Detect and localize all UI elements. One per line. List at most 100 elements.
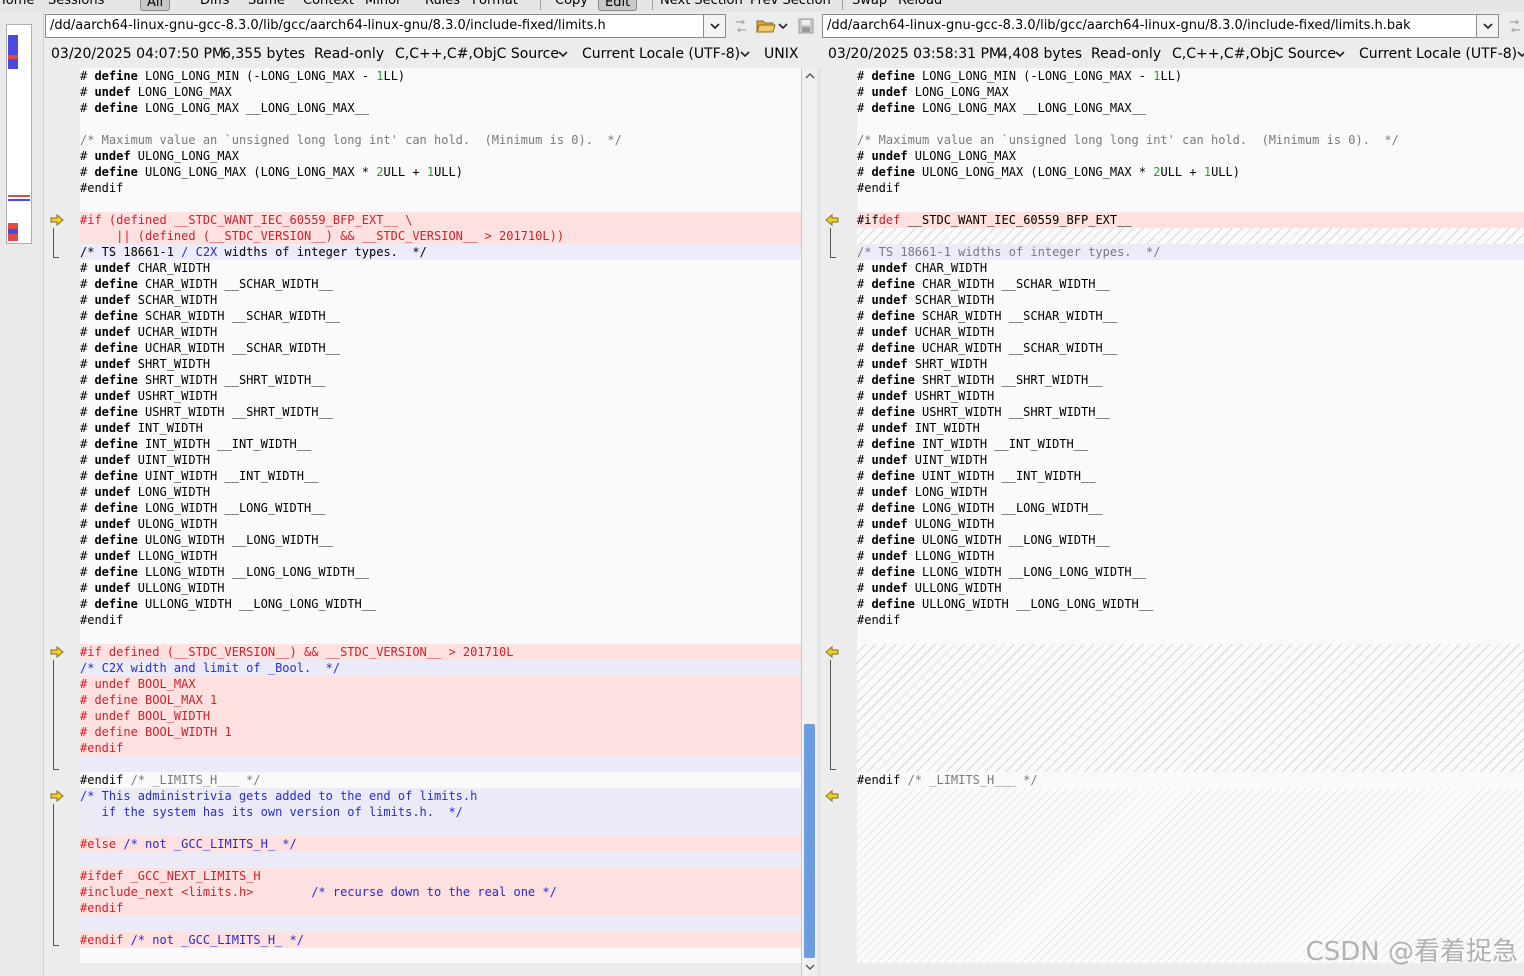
- code-line[interactable]: /* Maximum value an `unsigned long long …: [80, 132, 801, 148]
- code-line[interactable]: # undef BOOL_MAX: [80, 676, 801, 692]
- code-line[interactable]: # undef UINT_WIDTH: [80, 452, 801, 468]
- code-line[interactable]: # undef INT_WIDTH: [857, 420, 1524, 436]
- code-line[interactable]: #endif /* _LIMITS_H___ */: [80, 772, 801, 788]
- code-line[interactable]: # define ULLONG_WIDTH __LONG_LONG_WIDTH_…: [80, 596, 801, 612]
- chevron-down-icon[interactable]: [1335, 51, 1345, 58]
- scroll-up-icon[interactable]: [805, 72, 815, 79]
- left-code-pane[interactable]: # define LONG_LONG_MIN (-LONG_LONG_MAX -…: [80, 68, 801, 963]
- code-line[interactable]: # undef SCHAR_WIDTH: [80, 292, 801, 308]
- code-line[interactable]: # define UCHAR_WIDTH __SCHAR_WIDTH__: [80, 340, 801, 356]
- code-line[interactable]: # undef ULONG_LONG_MAX: [80, 148, 801, 164]
- code-line[interactable]: # undef LONG_LONG_MAX: [80, 84, 801, 100]
- code-line[interactable]: #endif /* not _GCC_LIMITS_H_ */: [80, 932, 801, 948]
- code-line[interactable]: #if (defined __STDC_WANT_IEC_60559_BFP_E…: [80, 212, 801, 228]
- code-line[interactable]: [80, 196, 801, 212]
- code-line[interactable]: [857, 196, 1524, 212]
- code-line[interactable]: # define USHRT_WIDTH __SHRT_WIDTH__: [80, 404, 801, 420]
- code-line[interactable]: #else /* not _GCC_LIMITS_H_ */: [80, 836, 801, 852]
- code-line[interactable]: #endif: [857, 612, 1524, 628]
- arrow-left-icon[interactable]: [825, 646, 839, 658]
- next-section-button[interactable]: Next Section: [660, 0, 743, 8]
- minor-button[interactable]: Minor: [365, 0, 401, 8]
- code-line[interactable]: # undef SHRT_WIDTH: [857, 356, 1524, 372]
- code-line[interactable]: # undef LLONG_WIDTH: [857, 548, 1524, 564]
- code-line[interactable]: [80, 916, 801, 932]
- code-line[interactable]: # define INT_WIDTH __INT_WIDTH__: [857, 436, 1524, 452]
- left-path-input[interactable]: /dd/aarch64-linux-gnu-gcc-8.3.0/lib/gcc/…: [45, 14, 704, 38]
- code-line[interactable]: #ifdef _GCC_NEXT_LIMITS_H: [80, 868, 801, 884]
- chevron-down-icon[interactable]: [1517, 51, 1524, 58]
- code-line[interactable]: # define LLONG_WIDTH __LONG_LONG_WIDTH__: [80, 564, 801, 580]
- arrow-right-icon[interactable]: [50, 646, 64, 658]
- code-line[interactable]: # define UINT_WIDTH __INT_WIDTH__: [80, 468, 801, 484]
- code-line[interactable]: # undef LONG_WIDTH: [80, 484, 801, 500]
- code-line[interactable]: # define LONG_LONG_MAX __LONG_LONG_MAX__: [80, 100, 801, 116]
- left-format-select[interactable]: C,C++,C#,ObjC Source: [395, 42, 559, 66]
- code-line[interactable]: # define ULONG_WIDTH __LONG_WIDTH__: [857, 532, 1524, 548]
- copy-button[interactable]: Copy: [555, 0, 588, 8]
- sessions-button[interactable]: Sessions: [48, 0, 104, 8]
- code-line[interactable]: # define CHAR_WIDTH __SCHAR_WIDTH__: [80, 276, 801, 292]
- code-line[interactable]: # undef UINT_WIDTH: [857, 452, 1524, 468]
- code-line[interactable]: # undef SCHAR_WIDTH: [857, 292, 1524, 308]
- right-path-input[interactable]: /dd/aarch64-linux-gnu-gcc-8.3.0/lib/gcc/…: [822, 14, 1477, 38]
- code-line[interactable]: # undef UCHAR_WIDTH: [857, 324, 1524, 340]
- code-line[interactable]: # undef USHRT_WIDTH: [857, 388, 1524, 404]
- code-line[interactable]: #endif: [857, 180, 1524, 196]
- code-line[interactable]: # undef ULONG_WIDTH: [857, 516, 1524, 532]
- code-line[interactable]: [857, 116, 1524, 132]
- code-line[interactable]: # define ULONG_LONG_MAX (LONG_LONG_MAX *…: [80, 164, 801, 180]
- code-line[interactable]: #ifdef __STDC_WANT_IEC_60559_BFP_EXT__: [857, 212, 1524, 228]
- code-line[interactable]: # define LONG_LONG_MAX __LONG_LONG_MAX__: [857, 100, 1524, 116]
- code-line[interactable]: # undef CHAR_WIDTH: [857, 260, 1524, 276]
- prev-section-button[interactable]: Prev Section: [750, 0, 831, 8]
- code-line[interactable]: #if defined (__STDC_VERSION__) && __STDC…: [80, 644, 801, 660]
- home-button[interactable]: Home: [0, 0, 34, 8]
- code-line[interactable]: # undef ULONG_WIDTH: [80, 516, 801, 532]
- code-line[interactable]: /* This administrivia gets added to the …: [80, 788, 801, 804]
- code-line[interactable]: # undef BOOL_WIDTH: [80, 708, 801, 724]
- code-line[interactable]: # define SCHAR_WIDTH __SCHAR_WIDTH__: [857, 308, 1524, 324]
- code-line[interactable]: # define INT_WIDTH __INT_WIDTH__: [80, 436, 801, 452]
- reload-button[interactable]: Reload: [898, 0, 942, 8]
- format-button[interactable]: Format: [472, 0, 518, 8]
- code-line[interactable]: # undef UCHAR_WIDTH: [80, 324, 801, 340]
- code-line[interactable]: # define SHRT_WIDTH __SHRT_WIDTH__: [80, 372, 801, 388]
- code-line[interactable]: # undef SHRT_WIDTH: [80, 356, 801, 372]
- code-line[interactable]: /* Maximum value an `unsigned long long …: [857, 132, 1524, 148]
- code-line[interactable]: # define ULLONG_WIDTH __LONG_LONG_WIDTH_…: [857, 596, 1524, 612]
- code-line[interactable]: #endif /* _LIMITS_H___ */: [857, 772, 1524, 788]
- all-button[interactable]: All: [140, 0, 171, 11]
- same-button[interactable]: Same: [248, 0, 285, 8]
- code-line[interactable]: if the system has its own version of lim…: [80, 804, 801, 820]
- left-encoding-select[interactable]: Current Locale (UTF-8): [582, 42, 740, 66]
- code-line[interactable]: # undef INT_WIDTH: [80, 420, 801, 436]
- code-line[interactable]: /* TS 18661-1 / C2X widths of integer ty…: [80, 244, 801, 260]
- overview-strip[interactable]: [0, 12, 44, 976]
- code-line[interactable]: #endif: [80, 180, 801, 196]
- code-line[interactable]: # define BOOL_WIDTH 1: [80, 724, 801, 740]
- code-line[interactable]: # undef LLONG_WIDTH: [80, 548, 801, 564]
- code-line[interactable]: # define LONG_WIDTH __LONG_WIDTH__: [80, 500, 801, 516]
- code-line[interactable]: [80, 756, 801, 772]
- code-line[interactable]: # define LONG_WIDTH __LONG_WIDTH__: [857, 500, 1524, 516]
- code-line[interactable]: # define ULONG_LONG_MAX (LONG_LONG_MAX *…: [857, 164, 1524, 180]
- code-line[interactable]: #include_next <limits.h> /* recurse down…: [80, 884, 801, 900]
- chevron-down-icon[interactable]: [778, 17, 788, 35]
- code-line[interactable]: # define SCHAR_WIDTH __SCHAR_WIDTH__: [80, 308, 801, 324]
- chevron-down-icon[interactable]: [740, 51, 750, 58]
- edit-button[interactable]: Edit: [598, 0, 638, 11]
- swap-button[interactable]: Swap: [852, 0, 887, 8]
- arrow-left-icon[interactable]: [825, 214, 839, 226]
- vertical-scrollbar[interactable]: [801, 68, 817, 976]
- code-line[interactable]: # undef ULLONG_WIDTH: [857, 580, 1524, 596]
- code-line[interactable]: # define CHAR_WIDTH __SCHAR_WIDTH__: [857, 276, 1524, 292]
- code-line[interactable]: [80, 820, 801, 836]
- code-line[interactable]: # define UCHAR_WIDTH __SCHAR_WIDTH__: [857, 340, 1524, 356]
- code-line[interactable]: [80, 628, 801, 644]
- code-line[interactable]: #endif: [80, 612, 801, 628]
- right-code-pane[interactable]: # define LONG_LONG_MIN (-LONG_LONG_MAX -…: [857, 68, 1524, 963]
- arrow-right-icon[interactable]: [50, 214, 64, 226]
- open-folder-icon[interactable]: [756, 17, 776, 35]
- code-line[interactable]: # undef ULLONG_WIDTH: [80, 580, 801, 596]
